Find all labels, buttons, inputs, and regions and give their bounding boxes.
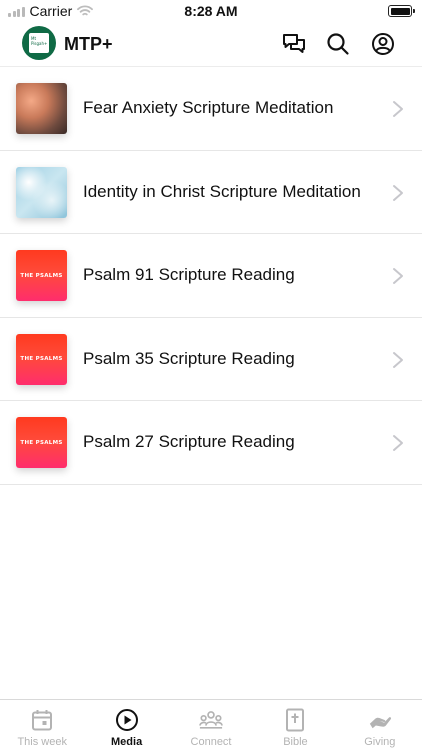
tab-giving[interactable]: Giving bbox=[338, 700, 422, 750]
item-thumbnail bbox=[16, 83, 67, 134]
logo-text: Mt Pisgah+ bbox=[29, 33, 49, 53]
thumbnail-text: THE PSALMS bbox=[20, 272, 63, 279]
play-icon bbox=[115, 708, 139, 732]
group-icon bbox=[199, 708, 223, 732]
chevron-right-icon bbox=[393, 268, 403, 285]
thumbnail-text: THE PSALMS bbox=[20, 356, 63, 363]
chevron-right-icon bbox=[393, 184, 403, 201]
media-list: Fear Anxiety Scripture Meditation Identi… bbox=[0, 66, 422, 485]
list-item[interactable]: THE PSALMS Psalm 91 Scripture Reading bbox=[0, 234, 422, 318]
tab-bar: This week Media Connect Bible Giving bbox=[0, 699, 422, 750]
giving-icon bbox=[368, 708, 392, 732]
tab-label: Media bbox=[111, 736, 143, 748]
app-logo: Mt Pisgah+ bbox=[22, 26, 56, 60]
tab-this-week[interactable]: This week bbox=[0, 700, 84, 750]
item-thumbnail bbox=[16, 166, 67, 218]
tab-label: This week bbox=[17, 736, 67, 748]
tab-bible[interactable]: Bible bbox=[253, 700, 337, 750]
item-title: Fear Anxiety Scripture Meditation bbox=[83, 98, 334, 117]
thumbnail-text: THE PSALMS bbox=[20, 439, 63, 446]
app-title: MTP+ bbox=[64, 34, 113, 54]
tab-media[interactable]: Media bbox=[84, 700, 168, 750]
list-item[interactable]: THE PSALMS Psalm 35 Scripture Reading bbox=[0, 318, 422, 402]
tab-label: Giving bbox=[364, 736, 396, 748]
item-thumbnail: THE PSALMS bbox=[16, 417, 67, 469]
chevron-right-icon bbox=[393, 101, 403, 117]
chevron-right-icon bbox=[393, 351, 403, 368]
tab-label: Bible bbox=[283, 736, 308, 748]
search-icon[interactable] bbox=[325, 31, 351, 57]
list-item[interactable]: Fear Anxiety Scripture Meditation bbox=[0, 67, 422, 151]
item-title: Identity in Christ Scripture Meditation bbox=[83, 181, 361, 201]
chat-icon[interactable] bbox=[281, 31, 307, 57]
chevron-right-icon bbox=[393, 435, 403, 452]
item-thumbnail: THE PSALMS bbox=[16, 333, 67, 385]
item-title: Psalm 91 Scripture Reading bbox=[83, 265, 295, 285]
calendar-icon bbox=[30, 708, 54, 732]
profile-icon[interactable] bbox=[370, 31, 396, 57]
battery-icon bbox=[388, 5, 415, 17]
list-item[interactable]: Identity in Christ Scripture Meditation bbox=[0, 151, 422, 235]
status-time: 8:28 AM bbox=[184, 3, 238, 19]
bible-icon bbox=[283, 708, 307, 732]
list-item[interactable]: THE PSALMS Psalm 27 Scripture Reading bbox=[0, 401, 422, 485]
status-bar: Carrier 8:28 AM bbox=[0, 0, 422, 22]
item-thumbnail: THE PSALMS bbox=[16, 250, 67, 302]
tab-connect[interactable]: Connect bbox=[169, 700, 253, 750]
tab-label: Connect bbox=[190, 736, 232, 748]
item-title: Psalm 35 Scripture Reading bbox=[83, 348, 295, 368]
app-header: Mt Pisgah+ MTP+ bbox=[0, 24, 422, 64]
item-title: Psalm 27 Scripture Reading bbox=[83, 432, 295, 452]
